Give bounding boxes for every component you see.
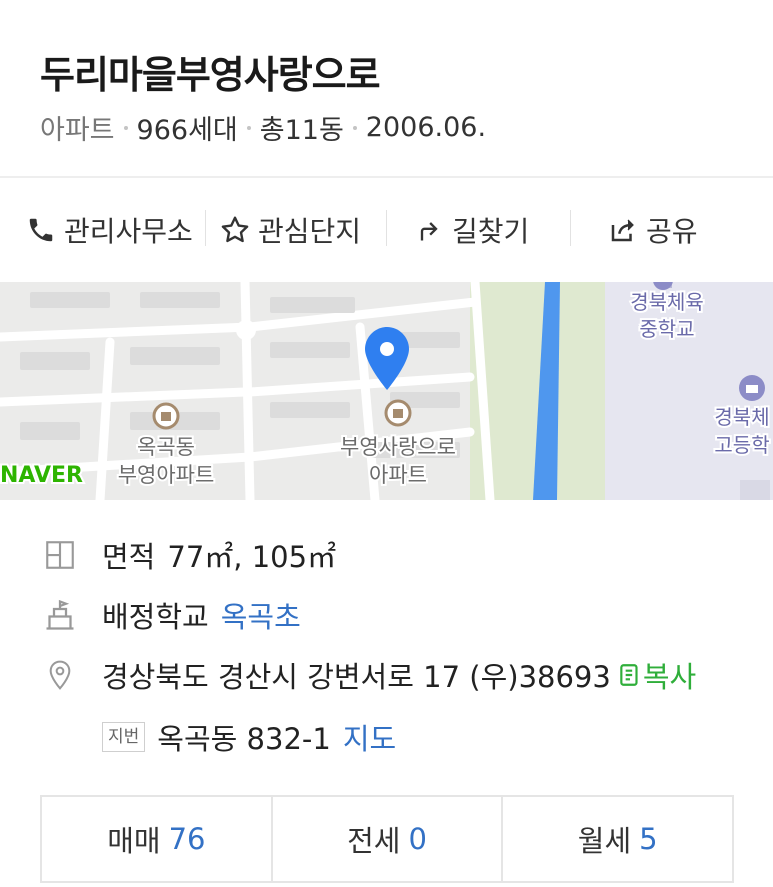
tab-sale-count: 76	[168, 822, 206, 856]
jibun-address: 옥곡동 832-1	[157, 722, 331, 756]
favorite-complex-button[interactable]: 관심단지	[218, 208, 361, 252]
apartment-icon	[384, 399, 412, 427]
page-title: 두리마을부영사랑으로	[40, 53, 381, 97]
tab-sale[interactable]: 매매 76	[42, 797, 273, 881]
jibun-row: 지번 옥곡동 832-1 지도	[102, 716, 396, 758]
separator-dot	[352, 125, 357, 130]
address-row: 경상북도 경산시 강변서로 17 (우)38693 복사	[40, 654, 696, 696]
tab-jeonse-count: 0	[408, 822, 427, 856]
share-button[interactable]: 공유	[606, 208, 698, 252]
management-office-label: 관리사무소	[64, 215, 193, 248]
directions-button[interactable]: 길찾기	[412, 208, 529, 252]
area-row: 면적 77㎡, 105㎡	[40, 534, 336, 576]
favorite-complex-label: 관심단지	[258, 215, 362, 248]
separator-dot	[246, 125, 251, 130]
management-office-button[interactable]: 관리사무소	[24, 208, 193, 252]
tab-monthly-rent-label: 월세	[577, 824, 632, 858]
location-map[interactable]: 옥곡동 부영아파트 부영사랑으로 아파트 경북체육 중학교 경북체 고등학 NA…	[0, 282, 773, 500]
action-bar: 관리사무소 관심단지 길찾기 공유	[0, 178, 773, 282]
tab-monthly-rent-count: 5	[639, 822, 658, 856]
school-icon	[739, 375, 765, 401]
map-label-apt-left-2: 부영아파트	[118, 463, 215, 487]
completion-date: 2006.06.	[365, 112, 487, 143]
share-label: 공유	[646, 215, 698, 248]
tab-jeonse[interactable]: 전세 0	[273, 797, 504, 881]
naver-logo: NAVER	[0, 463, 83, 488]
complex-header: 두리마을부영사랑으로 아파트 966세대 총11동 2006.06.	[0, 0, 773, 176]
complex-meta: 아파트 966세대 총11동 2006.06.	[40, 108, 486, 147]
listing-tabs: 매매 76 전세 0 월세 5	[40, 795, 734, 883]
star-icon	[218, 213, 252, 247]
apartment-icon	[152, 402, 180, 430]
directions-icon	[412, 213, 446, 247]
area-label: 면적	[102, 540, 156, 574]
address-text: 경상북도 경산시 강변서로 17 (우)38693	[102, 660, 611, 694]
tab-sale-label: 매매	[107, 824, 161, 858]
map-label-apt-left: 옥곡동	[137, 435, 195, 459]
divider	[570, 210, 571, 246]
school-row: 배정학교 옥곡초	[40, 594, 301, 636]
floorplan-icon	[40, 535, 80, 575]
copy-address-button[interactable]: 복사	[617, 654, 696, 696]
map-label-apt-center-2: 아파트	[369, 463, 427, 487]
school-link[interactable]: 옥곡초	[221, 594, 301, 636]
building-count: 총11동	[259, 115, 344, 146]
area-value: 77㎡, 105㎡	[167, 540, 337, 574]
map-link[interactable]: 지도	[343, 716, 396, 758]
school-label: 배정학교	[102, 600, 209, 634]
directions-label: 길찾기	[452, 215, 530, 248]
school-building-icon	[40, 595, 80, 635]
map-label-high-school-2: 고등학	[714, 433, 769, 457]
map-label-middle-school-2: 중학교	[639, 317, 694, 341]
household-count: 966세대	[136, 115, 238, 146]
map-label-apt-center: 부영사랑으로	[340, 435, 456, 459]
jibun-badge: 지번	[102, 722, 146, 752]
map-canvas: 옥곡동 부영아파트 부영사랑으로 아파트 경북체육 중학교 경북체 고등학 NA…	[0, 282, 773, 500]
separator-dot	[123, 125, 128, 130]
tab-monthly-rent[interactable]: 월세 5	[503, 797, 732, 881]
copy-label: 복사	[642, 660, 697, 694]
map-label-high-school: 경북체	[714, 405, 769, 429]
divider	[205, 210, 206, 246]
map-label-middle-school: 경북체육	[630, 290, 704, 314]
divider	[386, 210, 387, 246]
copy-icon	[620, 664, 638, 686]
location-pin-icon	[40, 655, 80, 695]
phone-icon	[24, 213, 58, 247]
complex-type: 아파트	[40, 115, 115, 146]
tab-jeonse-label: 전세	[347, 824, 401, 858]
share-icon	[606, 213, 640, 247]
